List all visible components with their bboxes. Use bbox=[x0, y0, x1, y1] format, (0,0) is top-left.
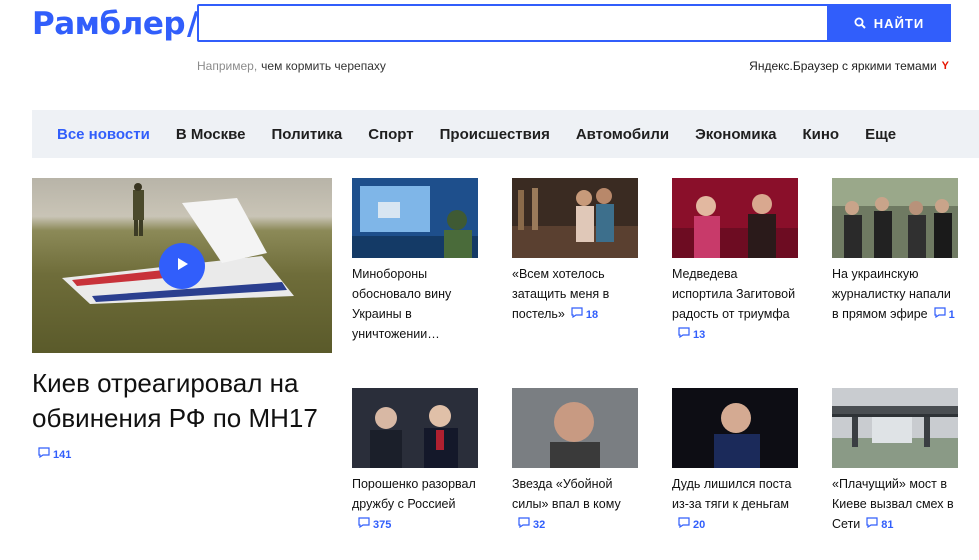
featured-image[interactable] bbox=[32, 178, 332, 353]
browser-promo[interactable]: Яндекс.Браузер с яркими темами Y bbox=[749, 59, 949, 73]
search-icon bbox=[854, 17, 866, 29]
comment-icon bbox=[866, 515, 878, 535]
news-card[interactable]: «Плачущий» мост в Киеве вызвал смех в Се… bbox=[832, 388, 958, 535]
news-title: Минобороны обосновало вину Украины в уни… bbox=[352, 267, 452, 341]
comment-icon bbox=[358, 515, 370, 535]
nav-item-all-news[interactable]: Все новости bbox=[57, 126, 150, 143]
news-card[interactable]: Дудь лишился поста из-за тяги к деньгам 2… bbox=[672, 388, 798, 535]
search-button-label: НАЙТИ bbox=[873, 15, 925, 31]
news-title: Дудь лишился поста из-за тяги к деньгам 2… bbox=[672, 474, 798, 535]
news-card[interactable]: Звезда «Убойной силы» впал в кому 32 bbox=[512, 388, 638, 535]
comment-count-value: 141 bbox=[53, 448, 72, 461]
news-card[interactable]: «Всем хотелось затащить меня в постель» 1… bbox=[512, 178, 638, 325]
comment-count[interactable]: 375 bbox=[358, 515, 391, 535]
comment-icon bbox=[678, 515, 690, 535]
featured-headline[interactable]: Киев отреагировал на обвинения РФ по МН1… bbox=[32, 366, 332, 473]
news-card[interactable]: Минобороны обосновало вину Украины в уни… bbox=[352, 178, 478, 344]
nav-item-sport[interactable]: Спорт bbox=[368, 126, 413, 143]
logo-text: Рамблер bbox=[32, 6, 186, 42]
news-thumbnail bbox=[512, 388, 638, 468]
news-title: Звезда «Убойной силы» впал в кому 32 bbox=[512, 474, 638, 535]
search-hint: Например, чем кормить черепаху bbox=[197, 59, 386, 73]
play-icon bbox=[174, 256, 190, 277]
news-title: «Всем хотелось затащить меня в постель» 1… bbox=[512, 264, 638, 325]
comment-icon bbox=[571, 305, 583, 325]
nav-item-moscow[interactable]: В Москве bbox=[176, 126, 246, 143]
rambler-logo[interactable]: Рамблер / bbox=[32, 4, 198, 44]
news-title: Порошенко разорвал дружбу с Россией 375 bbox=[352, 474, 478, 535]
comment-count[interactable]: 81 bbox=[866, 515, 894, 535]
nav-item-economy[interactable]: Экономика bbox=[695, 126, 776, 143]
news-title: Медведева испортила Загитовой радость от… bbox=[672, 264, 798, 345]
news-card[interactable]: Порошенко разорвал дружбу с Россией 375 bbox=[352, 388, 478, 535]
nav-item-auto[interactable]: Автомобили bbox=[576, 126, 669, 143]
news-title: На украинскую журналистку напали в прямо… bbox=[832, 264, 958, 325]
news-thumbnail bbox=[672, 388, 798, 468]
news-thumbnail bbox=[352, 388, 478, 468]
search-bar: НАЙТИ bbox=[197, 4, 951, 42]
comment-count[interactable]: 141 bbox=[38, 438, 71, 473]
search-hint-prefix: Например, bbox=[197, 59, 258, 73]
play-video-button[interactable] bbox=[159, 243, 205, 289]
search-input[interactable] bbox=[199, 6, 827, 40]
news-card[interactable]: Медведева испортила Загитовой радость от… bbox=[672, 178, 798, 345]
news-thumbnail bbox=[352, 178, 478, 258]
search-hint-example[interactable]: чем кормить черепаху bbox=[261, 59, 386, 73]
comment-count[interactable]: 13 bbox=[678, 325, 705, 345]
search-button[interactable]: НАЙТИ bbox=[827, 4, 951, 42]
comment-icon bbox=[38, 438, 50, 473]
comment-icon bbox=[518, 515, 530, 535]
comment-icon bbox=[934, 305, 946, 325]
comment-count[interactable]: 18 bbox=[571, 305, 598, 325]
news-thumbnail bbox=[832, 178, 958, 258]
featured-headline-text: Киев отреагировал на обвинения РФ по МН1… bbox=[32, 368, 318, 433]
comment-count[interactable]: 32 bbox=[518, 515, 545, 535]
news-thumbnail bbox=[672, 178, 798, 258]
comment-count[interactable]: 1 bbox=[934, 305, 955, 325]
news-nav: Все новости В Москве Политика Спорт Прои… bbox=[32, 110, 979, 158]
comment-icon bbox=[678, 325, 690, 345]
news-title: «Плачущий» мост в Киеве вызвал смех в Се… bbox=[832, 474, 958, 535]
nav-item-politics[interactable]: Политика bbox=[272, 126, 343, 143]
news-card[interactable]: На украинскую журналистку напали в прямо… bbox=[832, 178, 958, 325]
comment-count[interactable]: 20 bbox=[678, 515, 705, 535]
news-thumbnail bbox=[512, 178, 638, 258]
news-thumbnail bbox=[832, 388, 958, 468]
nav-item-cinema[interactable]: Кино bbox=[802, 126, 839, 143]
nav-item-more[interactable]: Еще bbox=[865, 126, 896, 143]
yandex-browser-icon: Y bbox=[941, 60, 949, 72]
browser-promo-text: Яндекс.Браузер с яркими темами bbox=[749, 59, 937, 73]
nav-item-incidents[interactable]: Происшествия bbox=[440, 126, 550, 143]
